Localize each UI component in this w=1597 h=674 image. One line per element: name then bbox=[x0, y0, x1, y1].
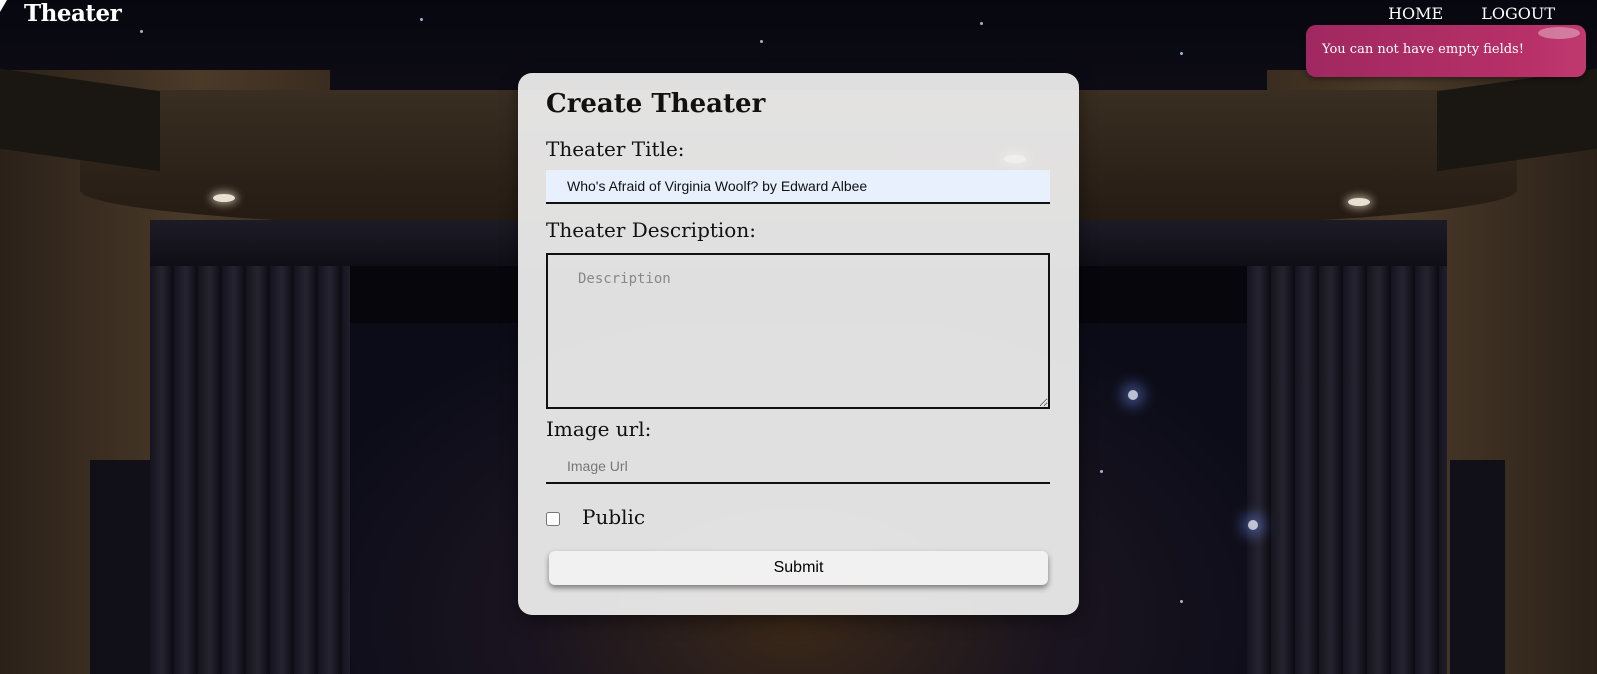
mouse-cursor-icon bbox=[0, 0, 7, 12]
public-label[interactable]: Public bbox=[582, 505, 645, 529]
form-title: Create Theater bbox=[546, 89, 766, 119]
cabinet-left bbox=[90, 460, 150, 674]
ceiling-light bbox=[1348, 198, 1370, 206]
star bbox=[1128, 390, 1138, 400]
toast-close-icon[interactable] bbox=[1538, 27, 1580, 39]
curtain-right bbox=[1247, 220, 1447, 674]
submit-button[interactable]: Submit bbox=[549, 551, 1048, 585]
error-toast: You can not have empty fields! bbox=[1306, 25, 1586, 77]
star bbox=[1180, 52, 1183, 55]
image-url-input[interactable] bbox=[546, 450, 1050, 484]
star bbox=[1248, 520, 1258, 530]
top-nav: HOME LOGOUT bbox=[1388, 4, 1555, 23]
theater-title-input[interactable] bbox=[546, 170, 1050, 204]
star bbox=[420, 18, 423, 21]
create-theater-form: Create Theater Theater Title: Theater De… bbox=[518, 73, 1079, 615]
curtain-left bbox=[150, 220, 350, 674]
brand-logo[interactable]: Theater bbox=[24, 0, 122, 27]
star bbox=[140, 30, 143, 33]
star bbox=[760, 40, 763, 43]
cabinet-right bbox=[1450, 460, 1505, 674]
public-checkbox[interactable] bbox=[546, 512, 560, 526]
theater-title-label: Theater Title: bbox=[546, 137, 685, 161]
theater-description-textarea[interactable] bbox=[546, 253, 1050, 409]
star bbox=[1180, 600, 1183, 603]
theater-description-label: Theater Description: bbox=[546, 218, 756, 242]
star bbox=[980, 22, 983, 25]
ceiling-light bbox=[213, 194, 235, 202]
image-url-label: Image url: bbox=[546, 417, 652, 441]
star bbox=[1100, 470, 1103, 473]
nav-home-link[interactable]: HOME bbox=[1388, 4, 1443, 23]
nav-logout-link[interactable]: LOGOUT bbox=[1481, 4, 1555, 23]
toast-message: You can not have empty fields! bbox=[1322, 42, 1524, 57]
